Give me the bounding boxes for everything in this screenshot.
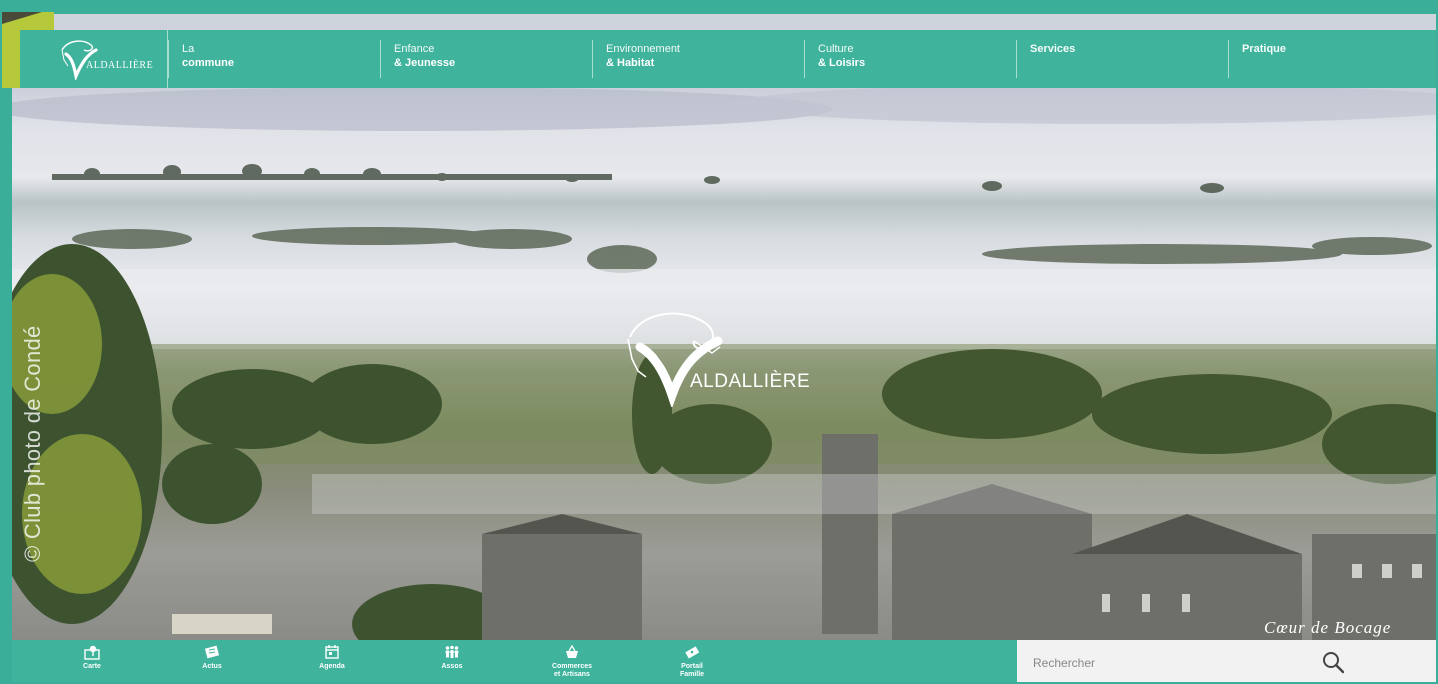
quick-link-label-line1: Portail [681,663,703,670]
search-icon [1323,652,1345,674]
nav-item-commune[interactable]: La commune [168,30,380,88]
nav-label-line1: Culture [818,43,854,55]
hero-logo-wordmark: ALDALLIÈRE [690,371,811,392]
quick-link-commerces[interactable]: Commerces et Artisans [542,644,602,679]
nav-item-services[interactable]: Services [1016,30,1228,88]
main-navigation: ALDALLIÈRE La commune Enfance & Jeunesse… [20,30,1436,88]
quick-link-label: Assos [441,663,463,670]
nav-separator [380,40,381,78]
shop-basket-icon [566,644,578,658]
search-box [1017,640,1436,682]
nav-separator [1228,40,1229,78]
calendar-icon [325,645,339,659]
nav-label-line1: Environnement [606,43,680,55]
nav-separator [592,40,593,78]
people-icon [445,645,459,658]
nav-item-culture-loisirs[interactable]: Culture & Loisirs [804,30,1016,88]
map-icon [84,645,100,660]
quick-link-label: Actus [202,663,222,670]
nav-label-line2: commune [182,57,234,69]
nav-separator [804,40,805,78]
nav-item-pratique[interactable]: Pratique [1228,30,1436,88]
nav-label-line2: & Loisirs [818,57,866,69]
quick-link-label: Carte [83,663,101,670]
quick-link-label-line2: Famille [679,671,705,678]
nav-label-line2: & Jeunesse [394,57,456,69]
logo-wordmark: ALDALLIÈRE [86,60,154,71]
quick-link-label: Agenda [319,663,345,670]
nav-item-environnement-habitat[interactable]: Environnement & Habitat [592,30,804,88]
quick-link-actus[interactable]: Actus [182,644,242,671]
nav-label-line1: Enfance [394,43,435,55]
quick-link-label-line2: et Artisans [554,671,590,678]
quick-access-bar: Carte Actus Agenda Assos Commerces et Ar… [12,640,1436,682]
valdalliere-logo-icon [61,40,98,80]
nav-label-line1: Services [1030,43,1076,55]
quick-link-assos[interactable]: Assos [422,644,482,671]
quick-link-portail-famille[interactable]: Portail Famille [662,644,722,679]
nav-label-line2: & Habitat [606,57,655,69]
search-button[interactable] [1321,650,1347,676]
nav-label-line1: Pratique [1242,43,1287,55]
nav-separator [168,40,169,78]
newspaper-icon [204,645,220,659]
nav-separator [1016,40,1017,78]
nav-item-enfance-jeunesse[interactable]: Enfance & Jeunesse [380,30,592,88]
hero-tagline: Cœur de Bocage [1264,618,1392,637]
quick-link-label-line1: Commerces [551,663,593,670]
photo-credit: © Club photo de Condé [20,325,45,562]
site-logo[interactable]: ALDALLIÈRE [20,30,168,88]
nav-label-line1: La [182,43,195,55]
search-input[interactable] [1031,655,1335,671]
ticket-icon [685,646,700,659]
quick-link-carte[interactable]: Carte [62,644,122,671]
page: ALDALLIÈRE La commune Enfance & Jeunesse… [0,0,1438,684]
quick-link-agenda[interactable]: Agenda [302,644,362,671]
hero-logo: ALDALLIÈRE [620,307,860,409]
